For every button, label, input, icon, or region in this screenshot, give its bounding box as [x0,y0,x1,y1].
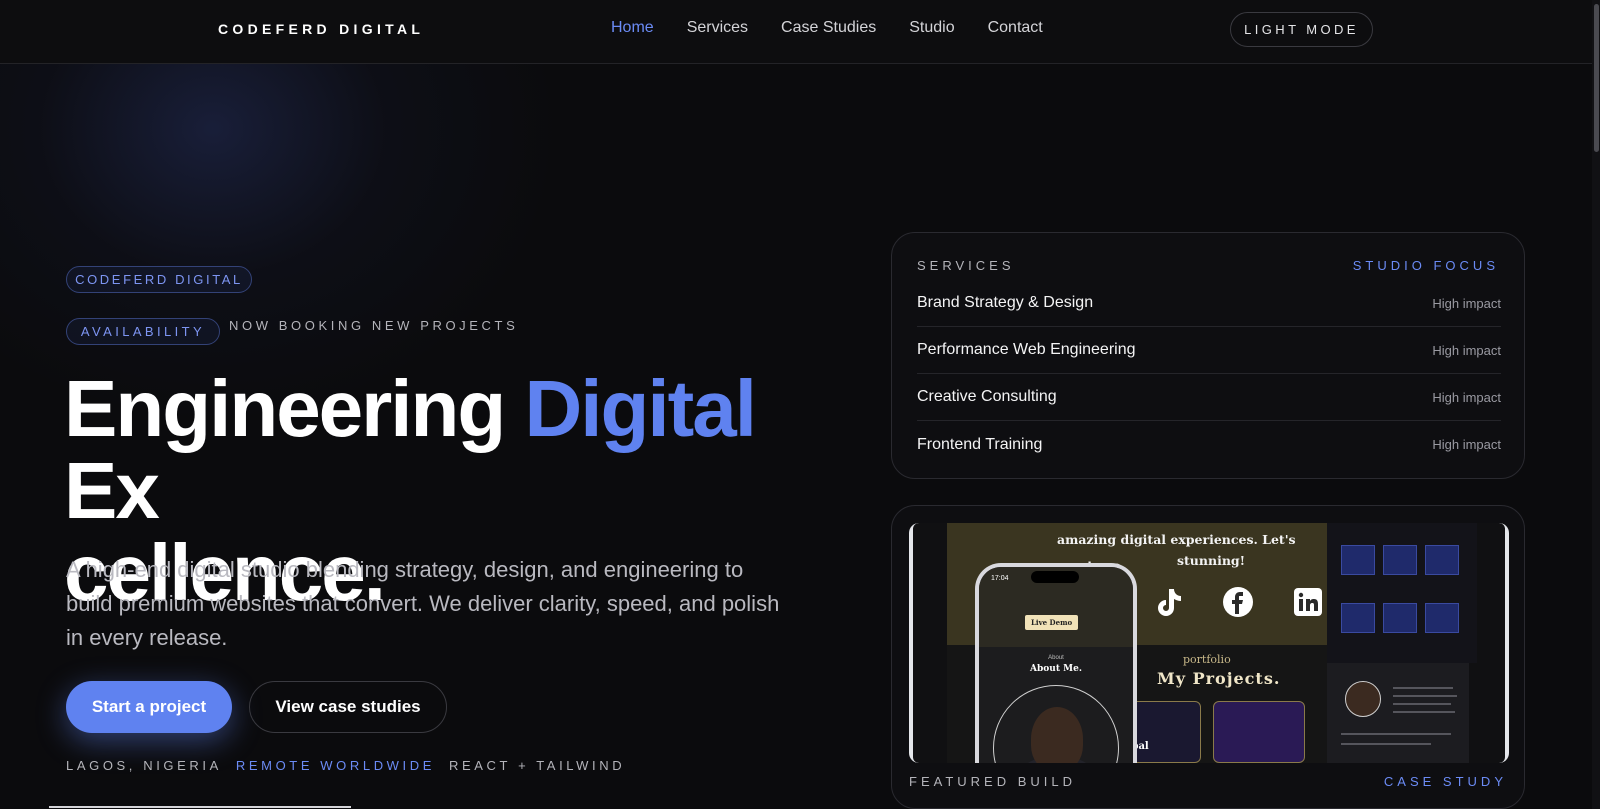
service-name: Performance Web Engineering [917,341,1136,358]
brand-logo[interactable]: CODEFERD DIGITAL [218,21,424,37]
project-thumb [1425,603,1459,633]
project-thumb [1341,545,1375,575]
service-row[interactable]: Performance Web Engineering High impact [917,327,1501,374]
nav-link-case-studies[interactable]: Case Studies [781,19,876,37]
page: CODEFERD DIGITAL Home Services Case Stud… [0,0,1600,809]
text-line [1393,703,1451,705]
section-indicator [49,806,351,808]
meta-remote: REMOTE WORLDWIDE [235,758,436,773]
headline-part1: Engineering [64,364,525,453]
project-thumb [1383,545,1417,575]
project-thumb [1425,545,1459,575]
meta-stack: REACT + TAILWIND [449,758,626,773]
services-list: Brand Strategy & Design High impact Perf… [917,280,1501,468]
brand-pill: CODEFERD DIGITAL [66,266,252,293]
hero-meta: LAGOS, NIGERIA REMOTE WORLDWIDE REACT + … [66,758,625,773]
nav-link-studio[interactable]: Studio [909,19,954,37]
service-impact: High impact [1432,342,1501,358]
view-case-studies-button[interactable]: View case studies [249,681,447,733]
service-name: Frontend Training [917,435,1043,453]
start-project-button[interactable]: Start a project [66,681,232,733]
featured-build-label: FEATURED BUILD [909,774,1076,789]
nav-link-contact[interactable]: Contact [988,19,1043,37]
screenshot-about-panel [1327,663,1469,763]
featured-screenshot[interactable]: amazing digital experiences. Let's creat… [909,523,1509,763]
screenshot-projects-grid [1327,523,1477,663]
featured-build-card: amazing digital experiences. Let's creat… [891,505,1525,809]
screenshot-phone: 17:04 Live Demo About About Me. [975,563,1137,763]
services-card: SERVICES STUDIO FOCUS Brand Strategy & D… [891,232,1525,479]
booking-status: NOW BOOKING NEW PROJECTS [229,318,519,333]
service-impact: High impact [1432,295,1501,311]
screenshot-canvas: amazing digital experiences. Let's creat… [913,523,1505,763]
project-thumb [1383,603,1417,633]
headline-part2: Ex [64,446,160,535]
phone-notch [1031,571,1079,583]
meta-location: LAGOS, NIGERIA [66,758,222,773]
facebook-icon [1221,585,1255,619]
text-line [1393,711,1455,713]
mini-avatar [1345,681,1381,717]
live-demo-badge: Live Demo [1025,615,1079,630]
nav-link-home[interactable]: Home [611,19,654,37]
tiktok-icon [1151,585,1185,619]
phone-about-title: About Me. [1030,664,1082,674]
services-heading: SERVICES [917,258,1015,273]
phone-about-sub: About [1048,655,1064,661]
headline-accent: Digital [524,364,757,453]
nav-link-services[interactable]: Services [687,19,748,37]
text-line [1341,743,1431,745]
hero-subcopy: A high-end digital studio blending strat… [66,557,780,650]
project-thumb [1341,603,1375,633]
nav-links: Home Services Case Studies Studio Contac… [611,19,1043,37]
screenshot-portfolio-title: My Projects. [1157,669,1281,688]
service-row[interactable]: Brand Strategy & Design High impact [917,280,1501,327]
service-impact: High impact [1432,437,1501,452]
text-line [1393,687,1453,689]
service-row[interactable]: Creative Consulting High impact [917,374,1501,421]
text-line [1393,695,1457,697]
phone-time: 17:04 [991,575,1009,582]
linkedin-icon [1291,585,1325,619]
case-study-link[interactable]: CASE STUDY [1384,774,1507,789]
light-mode-toggle[interactable]: LIGHT MODE [1230,12,1373,47]
service-name: Brand Strategy & Design [917,294,1094,311]
screenshot-tagline-2: stunning! [1177,553,1246,568]
screenshot-project-card [1213,701,1305,763]
availability-pill: AVAILABILITY [66,318,220,345]
screenshot-portfolio-sub: portfolio [1183,653,1231,666]
text-line [1341,733,1451,735]
phone-avatar-face [1031,707,1083,763]
service-name: Creative Consulting [917,388,1057,405]
service-impact: High impact [1432,389,1501,405]
service-row[interactable]: Frontend Training High impact [917,421,1501,468]
top-nav: CODEFERD DIGITAL Home Services Case Stud… [0,0,1600,64]
studio-focus-label: STUDIO FOCUS [1352,258,1499,273]
scrollbar-thumb[interactable] [1594,4,1599,152]
